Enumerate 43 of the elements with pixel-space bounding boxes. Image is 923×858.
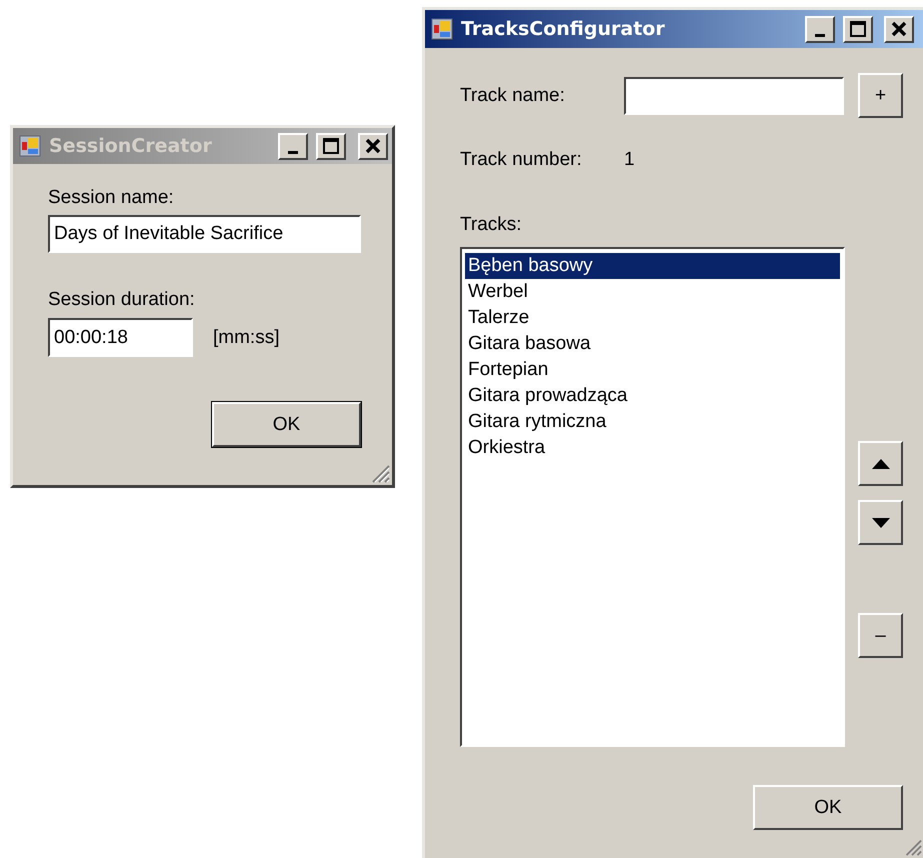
- app-icon: [431, 18, 453, 40]
- down-arrow-icon: [872, 518, 890, 528]
- minimize-button[interactable]: [805, 16, 835, 42]
- session-duration-field[interactable]: 00:00:18: [48, 318, 193, 357]
- track-item[interactable]: Orkiestra: [465, 435, 840, 461]
- minimize-icon: [288, 150, 298, 154]
- add-button[interactable]: +: [858, 73, 903, 118]
- maximize-button[interactable]: [843, 16, 873, 42]
- session-name-label: Session name:: [48, 186, 175, 210]
- track-number-label: Track number:: [460, 148, 583, 172]
- tracks-list[interactable]: Bęben basowy Werbel Talerze Gitara basowa Fortepian Gitara prowadząca Gitara rytmiczna Orkiestra: [460, 247, 845, 747]
- track-item[interactable]: Gitara prowadząca: [465, 383, 840, 409]
- track-item[interactable]: Werbel: [465, 279, 840, 305]
- maximize-icon: [323, 138, 339, 154]
- ok-button[interactable]: OK: [753, 785, 903, 830]
- maximize-button[interactable]: [316, 132, 346, 160]
- maximize-icon: [850, 21, 866, 37]
- session-name-field[interactable]: Days of Inevitable Sacrifice: [48, 215, 361, 253]
- session-duration-label: Session duration:: [48, 288, 196, 312]
- move-down-button[interactable]: [858, 500, 903, 545]
- window-title: SessionCreator: [49, 135, 213, 157]
- track-number-value: 1: [624, 148, 635, 172]
- up-arrow-icon: [872, 458, 890, 468]
- close-icon: [365, 138, 381, 154]
- track-item[interactable]: Gitara rytmiczna: [465, 409, 840, 435]
- track-item[interactable]: Talerze: [465, 305, 840, 331]
- remove-button[interactable]: –: [858, 613, 903, 658]
- track-item[interactable]: Gitara basowa: [465, 331, 840, 357]
- track-item[interactable]: Fortepian: [465, 357, 840, 383]
- minimize-button[interactable]: [278, 132, 308, 160]
- close-button[interactable]: [884, 16, 914, 42]
- app-icon: [19, 135, 41, 157]
- close-icon: [891, 21, 907, 37]
- minimize-icon: [815, 34, 825, 36]
- move-up-button[interactable]: [858, 441, 903, 486]
- duration-format-hint: [mm:ss]: [213, 326, 280, 350]
- track-name-label: Track name:: [460, 84, 566, 108]
- tracks-label: Tracks:: [460, 213, 523, 237]
- ok-button[interactable]: OK: [212, 402, 361, 447]
- track-item[interactable]: Bęben basowy: [465, 253, 840, 279]
- window-title: TracksConfigurator: [461, 18, 666, 40]
- close-button[interactable]: [358, 132, 388, 160]
- track-name-field[interactable]: [624, 76, 844, 114]
